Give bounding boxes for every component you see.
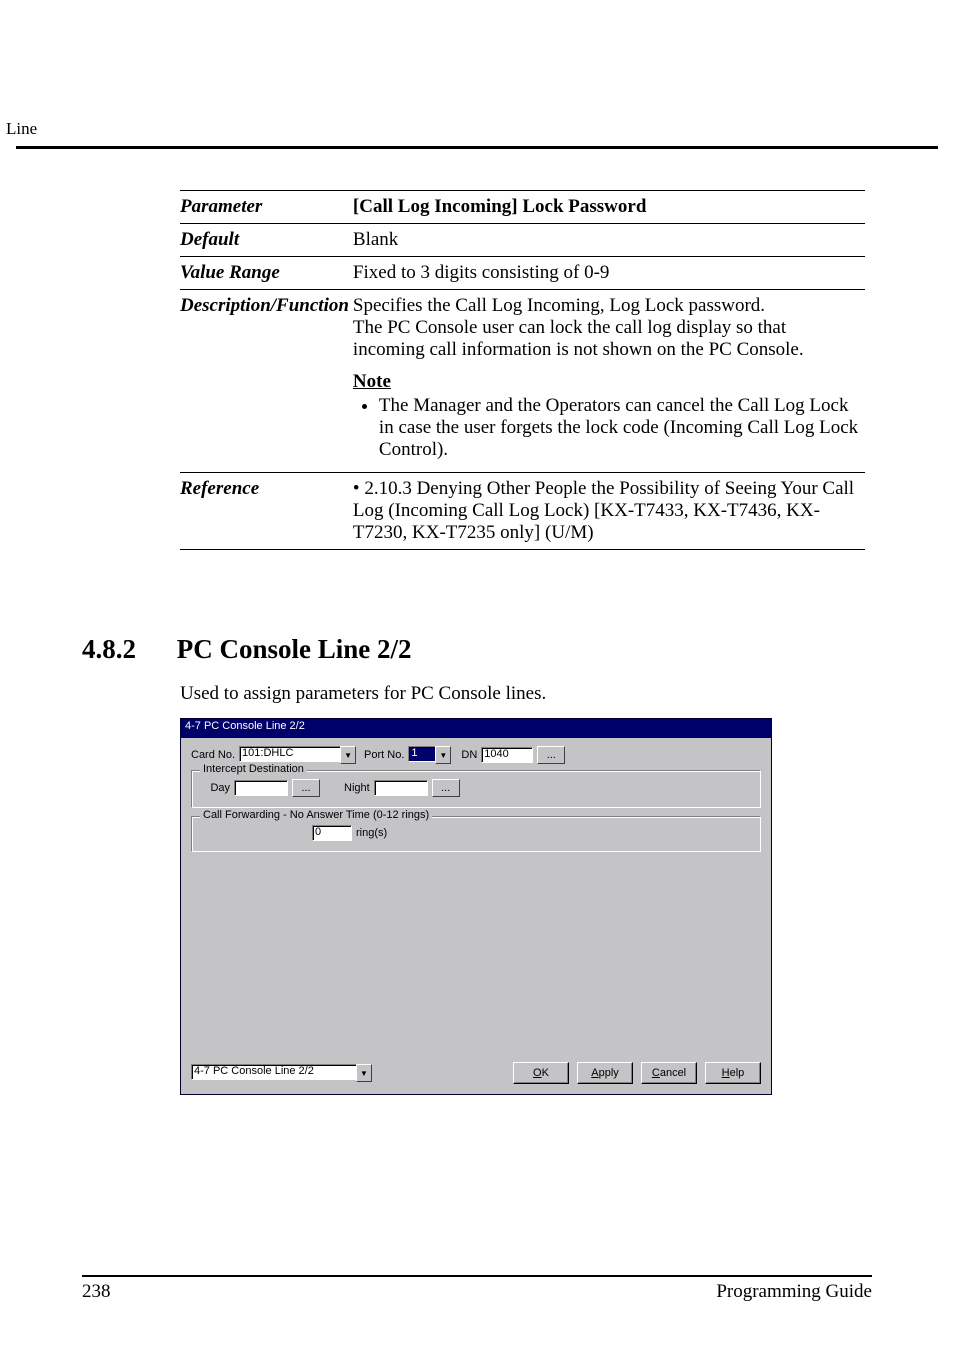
- intercept-legend: Intercept Destination: [200, 763, 307, 775]
- dialog-titlebar: 4-7 PC Console Line 2/2: [181, 719, 771, 738]
- cardno-dropdown[interactable]: 101:DHLC ▼: [239, 746, 356, 764]
- range-value: Fixed to 3 digits consisting of 0-9: [353, 257, 865, 290]
- footer-rule: [82, 1275, 872, 1277]
- default-value: Blank: [353, 224, 865, 257]
- parameter-table: Parameter [Call Log Incoming] Lock Passw…: [180, 190, 865, 550]
- callfwd-group: Call Forwarding - No Answer Time (0-12 r…: [191, 816, 761, 852]
- callfwd-rings-field[interactable]: 0: [312, 825, 352, 841]
- night-label: Night: [344, 782, 370, 794]
- screen-nav-value[interactable]: 4-7 PC Console Line 2/2: [191, 1064, 356, 1080]
- dropdown-arrow-icon[interactable]: ▼: [435, 746, 451, 764]
- cancel-button[interactable]: Cancel: [641, 1062, 697, 1084]
- reference-label: Reference: [180, 473, 353, 550]
- dialog-window: 4-7 PC Console Line 2/2 Card No. 101:DHL…: [180, 718, 772, 1095]
- header-section: Line: [6, 119, 37, 138]
- cardno-label: Card No.: [191, 749, 235, 761]
- header-rule: [16, 146, 938, 149]
- description-label: Description/Function: [180, 290, 353, 367]
- section-number: 4.8.2: [82, 634, 172, 665]
- dn-field[interactable]: 1040: [481, 747, 533, 763]
- section-title: PC Console Line 2/2: [177, 634, 412, 664]
- note-block: Note The Manager and the Operators can c…: [353, 366, 865, 473]
- section-intro: Used to assign parameters for PC Console…: [180, 683, 874, 705]
- intercept-group: Intercept Destination Day ... Night ...: [191, 770, 761, 808]
- help-button[interactable]: Help: [705, 1062, 761, 1084]
- parameter-table-block: Parameter [Call Log Incoming] Lock Passw…: [180, 190, 865, 550]
- apply-button[interactable]: Apply: [577, 1062, 633, 1084]
- default-label: Default: [180, 224, 353, 257]
- day-label: Day: [202, 782, 230, 794]
- dropdown-arrow-icon[interactable]: ▼: [340, 746, 356, 764]
- callfwd-legend: Call Forwarding - No Answer Time (0-12 r…: [200, 809, 432, 821]
- portno-dropdown[interactable]: 1 ▼: [408, 746, 451, 764]
- parameter-label: Parameter: [180, 191, 353, 224]
- note-item: The Manager and the Operators can cancel…: [379, 395, 861, 461]
- parameter-value: [Call Log Incoming] Lock Password: [353, 191, 865, 224]
- night-browse-button[interactable]: ...: [432, 779, 460, 797]
- day-browse-button[interactable]: ...: [292, 779, 320, 797]
- night-field[interactable]: [374, 780, 428, 796]
- note-heading: Note: [353, 371, 861, 393]
- screen-nav-dropdown[interactable]: 4-7 PC Console Line 2/2 ▼: [191, 1064, 372, 1082]
- portno-value[interactable]: 1: [408, 746, 435, 762]
- description-value: Specifies the Call Log Incoming, Log Loc…: [353, 290, 865, 367]
- cardno-value[interactable]: 101:DHLC: [239, 746, 340, 762]
- ok-button[interactable]: OK: [513, 1062, 569, 1084]
- reference-value: • 2.10.3 Denying Other People the Possib…: [353, 473, 865, 550]
- page-footer: 238 Programming Guide: [82, 1275, 872, 1303]
- portno-label: Port No.: [364, 749, 404, 761]
- callfwd-unit-label: ring(s): [356, 827, 387, 839]
- day-field[interactable]: [234, 780, 288, 796]
- section-heading-block: 4.8.2 PC Console Line 2/2 Used to assign…: [82, 634, 874, 713]
- dn-label: DN: [461, 749, 477, 761]
- dn-browse-button[interactable]: ...: [537, 746, 565, 764]
- range-label: Value Range: [180, 257, 353, 290]
- book-title: Programming Guide: [716, 1281, 872, 1303]
- dropdown-arrow-icon[interactable]: ▼: [356, 1064, 372, 1082]
- page-number: 238: [82, 1281, 111, 1303]
